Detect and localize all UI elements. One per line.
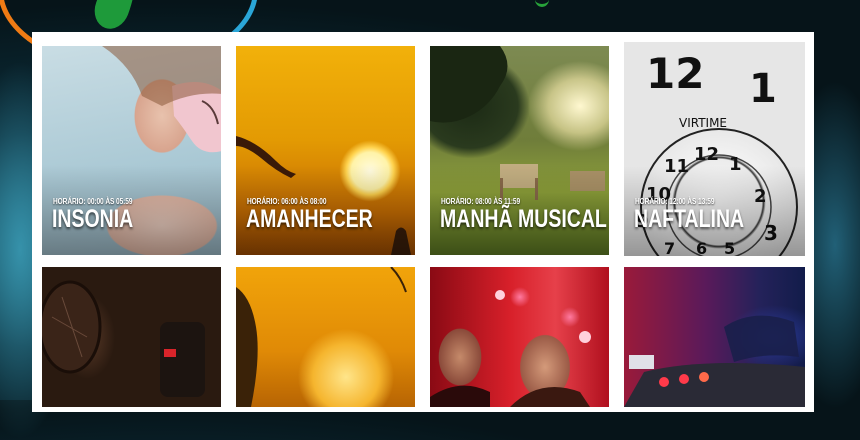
program-card-mixer[interactable] bbox=[624, 267, 805, 407]
program-grid-panel: HORÁRIO: 00:00 ÀS 05:59 INSONIA HORÁRIO:… bbox=[32, 32, 814, 412]
program-name: MANHÃ MUSICAL bbox=[440, 205, 607, 233]
program-card-naftalina[interactable]: 12 1 VIRTIME 11 12 1 10 2 9 3 7 6 5 HORÁ… bbox=[624, 42, 805, 256]
program-card-studio[interactable] bbox=[42, 267, 221, 407]
clock-brand: VIRTIME bbox=[679, 116, 727, 130]
microphone-image bbox=[42, 280, 205, 397]
program-card-sunset[interactable] bbox=[236, 267, 415, 407]
sunset-tree-image bbox=[236, 267, 407, 407]
program-card-amanhecer[interactable]: HORÁRIO: 06:00 ÀS 08:00 AMANHECER bbox=[236, 46, 415, 255]
clock-number: 12 bbox=[694, 144, 719, 165]
program-card-djs[interactable] bbox=[430, 267, 609, 407]
program-name: INSONIA bbox=[52, 205, 134, 233]
program-card-insonia[interactable]: HORÁRIO: 00:00 ÀS 05:59 INSONIA bbox=[42, 46, 221, 255]
clock-number: 1 bbox=[749, 66, 777, 112]
program-card-manha-musical[interactable]: HORÁRIO: 08:00 ÀS 11:59 MANHÃ MUSICAL bbox=[430, 46, 609, 255]
program-name: AMANHECER bbox=[246, 205, 373, 233]
program-name: NAFTALINA bbox=[634, 205, 745, 233]
logo-accent-icon bbox=[535, 0, 549, 7]
dj-mixer-image bbox=[624, 315, 805, 407]
clock-number: 12 bbox=[646, 49, 704, 98]
djs-image bbox=[430, 290, 591, 407]
